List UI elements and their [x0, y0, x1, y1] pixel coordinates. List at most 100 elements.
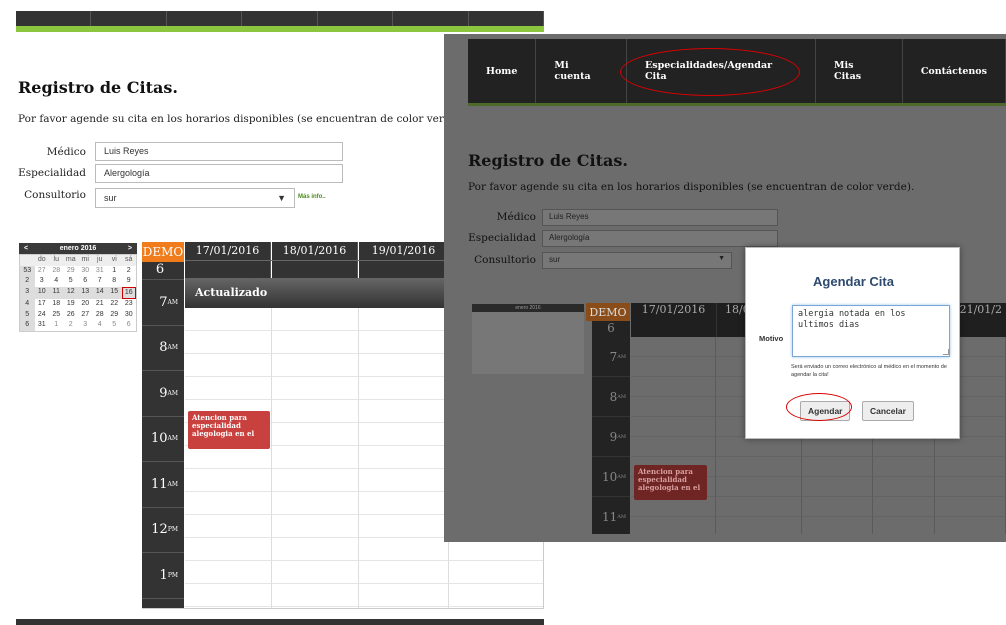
nav-mis-citas[interactable]: Mis Citas	[816, 39, 903, 103]
time-slot[interactable]	[185, 377, 272, 400]
calendar-day[interactable]: 16	[121, 286, 136, 299]
time-slot[interactable]	[935, 477, 1006, 497]
time-slot[interactable]	[873, 437, 935, 457]
time-slot[interactable]	[631, 357, 716, 377]
calendar-day[interactable]: 9	[122, 276, 137, 287]
time-slot[interactable]	[716, 457, 802, 477]
especialidad-field[interactable]: Alergología	[95, 164, 343, 183]
calendar-day[interactable]: 19	[64, 299, 79, 310]
medico-field[interactable]: Luis Reyes	[95, 142, 343, 161]
nav-mi-cuenta[interactable]: Mi cuenta	[536, 39, 627, 103]
time-slot[interactable]	[185, 538, 272, 561]
time-slot[interactable]	[272, 423, 359, 446]
calendar-day[interactable]: 7	[93, 276, 108, 287]
time-slot[interactable]	[185, 331, 272, 354]
calendar-day[interactable]: 29	[64, 266, 79, 277]
calendar-day[interactable]: 23	[122, 299, 137, 310]
time-slot[interactable]	[359, 492, 449, 515]
cancelar-button[interactable]: Cancelar	[862, 401, 914, 421]
time-slot[interactable]	[272, 400, 359, 423]
calendar-day[interactable]: 2	[64, 320, 79, 331]
time-slot[interactable]	[631, 417, 716, 437]
calendar-day[interactable]: 15	[107, 286, 122, 299]
calendar-day[interactable]: 21	[93, 299, 108, 310]
time-slot[interactable]	[631, 377, 716, 397]
time-slot[interactable]	[802, 437, 873, 457]
time-slot[interactable]	[716, 497, 802, 517]
especialidad-field[interactable]: Alergología	[542, 230, 778, 247]
time-slot[interactable]	[802, 497, 873, 517]
time-slot[interactable]	[359, 308, 449, 331]
prev-month-button[interactable]: <	[24, 245, 28, 252]
time-slot[interactable]	[272, 377, 359, 400]
time-slot[interactable]	[359, 354, 449, 377]
time-slot[interactable]	[359, 446, 449, 469]
time-slot[interactable]	[449, 561, 543, 584]
time-slot[interactable]	[272, 561, 359, 584]
time-slot[interactable]	[359, 377, 449, 400]
time-slot[interactable]	[272, 331, 359, 354]
calendar-day[interactable]: 8	[107, 276, 122, 287]
calendar-day[interactable]: 29	[107, 310, 122, 321]
time-slot[interactable]	[935, 497, 1006, 517]
time-slot[interactable]	[873, 477, 935, 497]
calendar-day[interactable]: 17	[35, 299, 50, 310]
time-slot[interactable]	[631, 437, 716, 457]
nav-contactenos[interactable]: Contáctenos	[903, 39, 1006, 103]
time-slot[interactable]	[359, 584, 449, 607]
calendar-day[interactable]: 31	[35, 320, 50, 331]
nav-home[interactable]: Home	[468, 39, 537, 103]
calendar-day[interactable]: 18	[49, 299, 64, 310]
calendar-day[interactable]: 25	[49, 310, 64, 321]
time-slot[interactable]	[716, 437, 802, 457]
time-slot[interactable]	[359, 400, 449, 423]
time-slot[interactable]	[185, 584, 272, 607]
time-slot[interactable]	[272, 308, 359, 331]
calendar-day[interactable]: 3	[78, 320, 93, 331]
time-slot[interactable]	[185, 308, 272, 331]
time-slot[interactable]	[873, 497, 935, 517]
calendar-day[interactable]: 28	[49, 266, 64, 277]
time-slot[interactable]	[631, 497, 716, 517]
calendar-day[interactable]: 5	[107, 320, 122, 331]
calendar-day[interactable]: 2	[122, 266, 137, 277]
time-slot[interactable]	[272, 446, 359, 469]
time-slot[interactable]	[935, 457, 1006, 477]
time-slot[interactable]	[873, 457, 935, 477]
time-slot[interactable]	[631, 397, 716, 417]
next-month-button[interactable]: >	[128, 245, 132, 252]
time-slot[interactable]	[359, 561, 449, 584]
calendar-day[interactable]: 30	[78, 266, 93, 277]
time-slot[interactable]	[185, 354, 272, 377]
time-slot[interactable]	[272, 492, 359, 515]
calendar-day[interactable]: 27	[35, 266, 50, 277]
calendar-day[interactable]: 4	[93, 320, 108, 331]
time-slot[interactable]	[449, 584, 543, 607]
calendar-day[interactable]: 30	[122, 310, 137, 321]
motivo-textarea[interactable]: alergia notada en los ultimos dias	[792, 305, 950, 357]
time-slot[interactable]	[185, 515, 272, 538]
calendar-day[interactable]: 11	[49, 286, 64, 299]
time-slot[interactable]	[185, 561, 272, 584]
calendar-day[interactable]: 6	[78, 276, 93, 287]
mas-info-link[interactable]: Más info..	[298, 194, 326, 200]
calendar-day[interactable]: 14	[92, 286, 107, 299]
time-slot[interactable]	[185, 492, 272, 515]
time-slot[interactable]	[631, 337, 716, 357]
time-slot[interactable]	[802, 477, 873, 497]
calendar-day[interactable]: 6	[122, 320, 137, 331]
time-slot[interactable]	[272, 515, 359, 538]
consultorio-select[interactable]: sur ▼	[542, 252, 732, 269]
time-slot[interactable]	[359, 515, 449, 538]
calendar-day[interactable]: 13	[78, 286, 93, 299]
calendar-day[interactable]: 24	[35, 310, 50, 321]
calendar-day[interactable]: 12	[63, 286, 78, 299]
time-slot[interactable]	[359, 469, 449, 492]
time-slot[interactable]	[272, 538, 359, 561]
appointment-event[interactable]: Atencion para especialidad alegologia en…	[188, 411, 270, 449]
time-slot[interactable]	[272, 584, 359, 607]
consultorio-select[interactable]: sur ▼	[95, 188, 295, 208]
calendar-day[interactable]: 31	[93, 266, 108, 277]
calendar-day[interactable]: 26	[64, 310, 79, 321]
time-slot[interactable]	[359, 538, 449, 561]
